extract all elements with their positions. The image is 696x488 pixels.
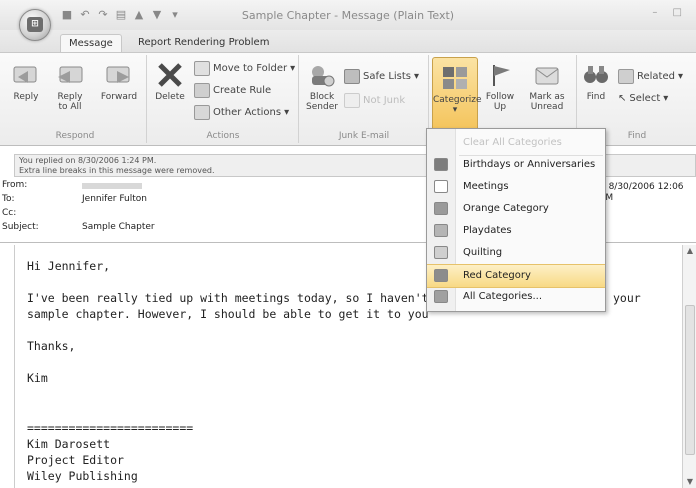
body-line: Kim (27, 371, 48, 385)
create-rule-button[interactable]: Create Rule (194, 83, 271, 98)
delete-x-icon (155, 61, 185, 89)
subject-value: Sample Chapter (82, 222, 155, 232)
group-junk-email: Block Sender Safe Lists ▾ Not Junk Junk E… (300, 55, 429, 143)
body-line: Thanks, (27, 339, 76, 353)
menu-item-playdates[interactable]: Playdates (427, 220, 605, 242)
body-line: your (613, 291, 641, 305)
select-cursor-icon: ↖ (618, 93, 627, 104)
category-color-swatch (434, 224, 448, 237)
forward-icon (104, 61, 134, 89)
category-color-swatch (434, 180, 448, 193)
block-sender-button[interactable]: Block Sender (304, 55, 340, 112)
forward-button[interactable]: Forward (96, 55, 142, 102)
tab-message[interactable]: Message (60, 34, 122, 53)
categorize-dropdown-arrow-icon: ▾ (452, 105, 458, 115)
to-value[interactable]: Jennifer Fulton (82, 194, 147, 205)
title-bar: ■ ↶ ↷ ▤ ▲ ▼ ▾ Sample Chapter - Message (… (0, 0, 696, 30)
window-title: Sample Chapter - Message (Plain Text) (241, 9, 455, 22)
body-line: Kim Darosett (27, 437, 111, 451)
select-button[interactable]: ↖ Select ▾ (618, 93, 668, 104)
categorize-button[interactable]: Categorize ▾ (432, 57, 482, 131)
move-to-folder-button[interactable]: Move to Folder ▾ (194, 61, 295, 76)
mark-unread-icon (532, 61, 562, 89)
delete-button[interactable]: Delete (152, 55, 188, 102)
group-label-actions: Actions (206, 131, 240, 141)
reply-button[interactable]: Reply (8, 55, 44, 102)
to-label: To: (2, 194, 15, 204)
not-junk-button[interactable]: Not Junk (344, 93, 405, 108)
categorize-menu: Clear All Categories Birthdays or Annive… (426, 128, 606, 312)
reply-all-button[interactable]: Reply to All (50, 55, 90, 112)
mark-as-unread-button[interactable]: Mark as Unread (524, 55, 570, 112)
not-junk-icon (344, 93, 360, 108)
menu-item-birthdays-or-anniversaries[interactable]: Birthdays or Anniversaries (427, 154, 605, 176)
group-respond: Reply Reply to All Forward Respond (4, 55, 147, 143)
safe-lists-icon (344, 69, 360, 84)
category-color-swatch (434, 269, 448, 282)
rule-icon (194, 83, 210, 98)
menu-item-clear-all-categories[interactable]: Clear All Categories (427, 132, 605, 154)
safe-lists-button[interactable]: Safe Lists ▾ (344, 69, 419, 84)
group-label-junk-email: Junk E-mail (338, 131, 390, 141)
reply-icon (11, 61, 41, 89)
body-line: I've been really tied up with meetings t… (27, 291, 429, 305)
category-color-swatch (434, 158, 448, 171)
related-icon (618, 69, 634, 84)
group-actions: Delete Move to Folder ▾ Create Rule Other… (148, 55, 299, 143)
folder-icon (194, 61, 210, 76)
body-line: ======================== (27, 421, 194, 435)
menu-item-red-category[interactable]: Red Category (427, 264, 605, 288)
other-actions-icon (194, 105, 210, 120)
all-categories-icon (434, 290, 448, 303)
tab-report-rendering-problem[interactable]: Report Rendering Problem (130, 34, 277, 52)
menu-item-meetings[interactable]: Meetings (427, 176, 605, 198)
body-line: sample chapter. However, I should be abl… (27, 307, 429, 321)
body-line: Wiley Publishing (27, 469, 138, 483)
other-actions-button[interactable]: Other Actions ▾ (194, 105, 289, 120)
from-label: From: (2, 180, 28, 190)
scroll-up-icon[interactable]: ▲ (683, 245, 696, 257)
body-line: Project Editor (27, 453, 124, 467)
binoculars-icon (581, 61, 611, 89)
vertical-scrollbar[interactable]: ▲ ▼ (682, 245, 696, 488)
category-color-swatch (434, 246, 448, 259)
subject-label: Subject: (2, 222, 39, 232)
related-button[interactable]: Related ▾ (618, 69, 683, 84)
scroll-thumb[interactable] (685, 305, 695, 455)
menu-item-quilting[interactable]: Quilting (427, 242, 605, 264)
follow-up-button[interactable]: Follow Up (480, 55, 520, 112)
from-value-redacted (82, 183, 142, 189)
sent-date: d 8/30/2006 12:06 PM (600, 182, 684, 203)
category-color-swatch (434, 202, 448, 215)
scroll-down-icon[interactable]: ▼ (683, 476, 696, 488)
reply-all-icon (55, 61, 85, 89)
block-sender-icon (307, 61, 337, 89)
flag-icon (485, 61, 515, 89)
categorize-icon (440, 64, 470, 92)
menu-item-orange-category[interactable]: Orange Category (427, 198, 605, 220)
body-line: Hi Jennifer, (27, 259, 111, 273)
office-button[interactable]: ⊞ (19, 9, 51, 41)
group-label-respond: Respond (55, 131, 95, 141)
window-controls[interactable]: – □ (652, 7, 688, 18)
ribbon-tabs: Message Report Rendering Problem (0, 30, 696, 53)
menu-item-all-categories[interactable]: All Categories... (427, 286, 605, 308)
office-logo-icon: ⊞ (27, 17, 43, 32)
find-button[interactable]: Find (580, 55, 612, 102)
cc-label: Cc: (2, 208, 17, 218)
